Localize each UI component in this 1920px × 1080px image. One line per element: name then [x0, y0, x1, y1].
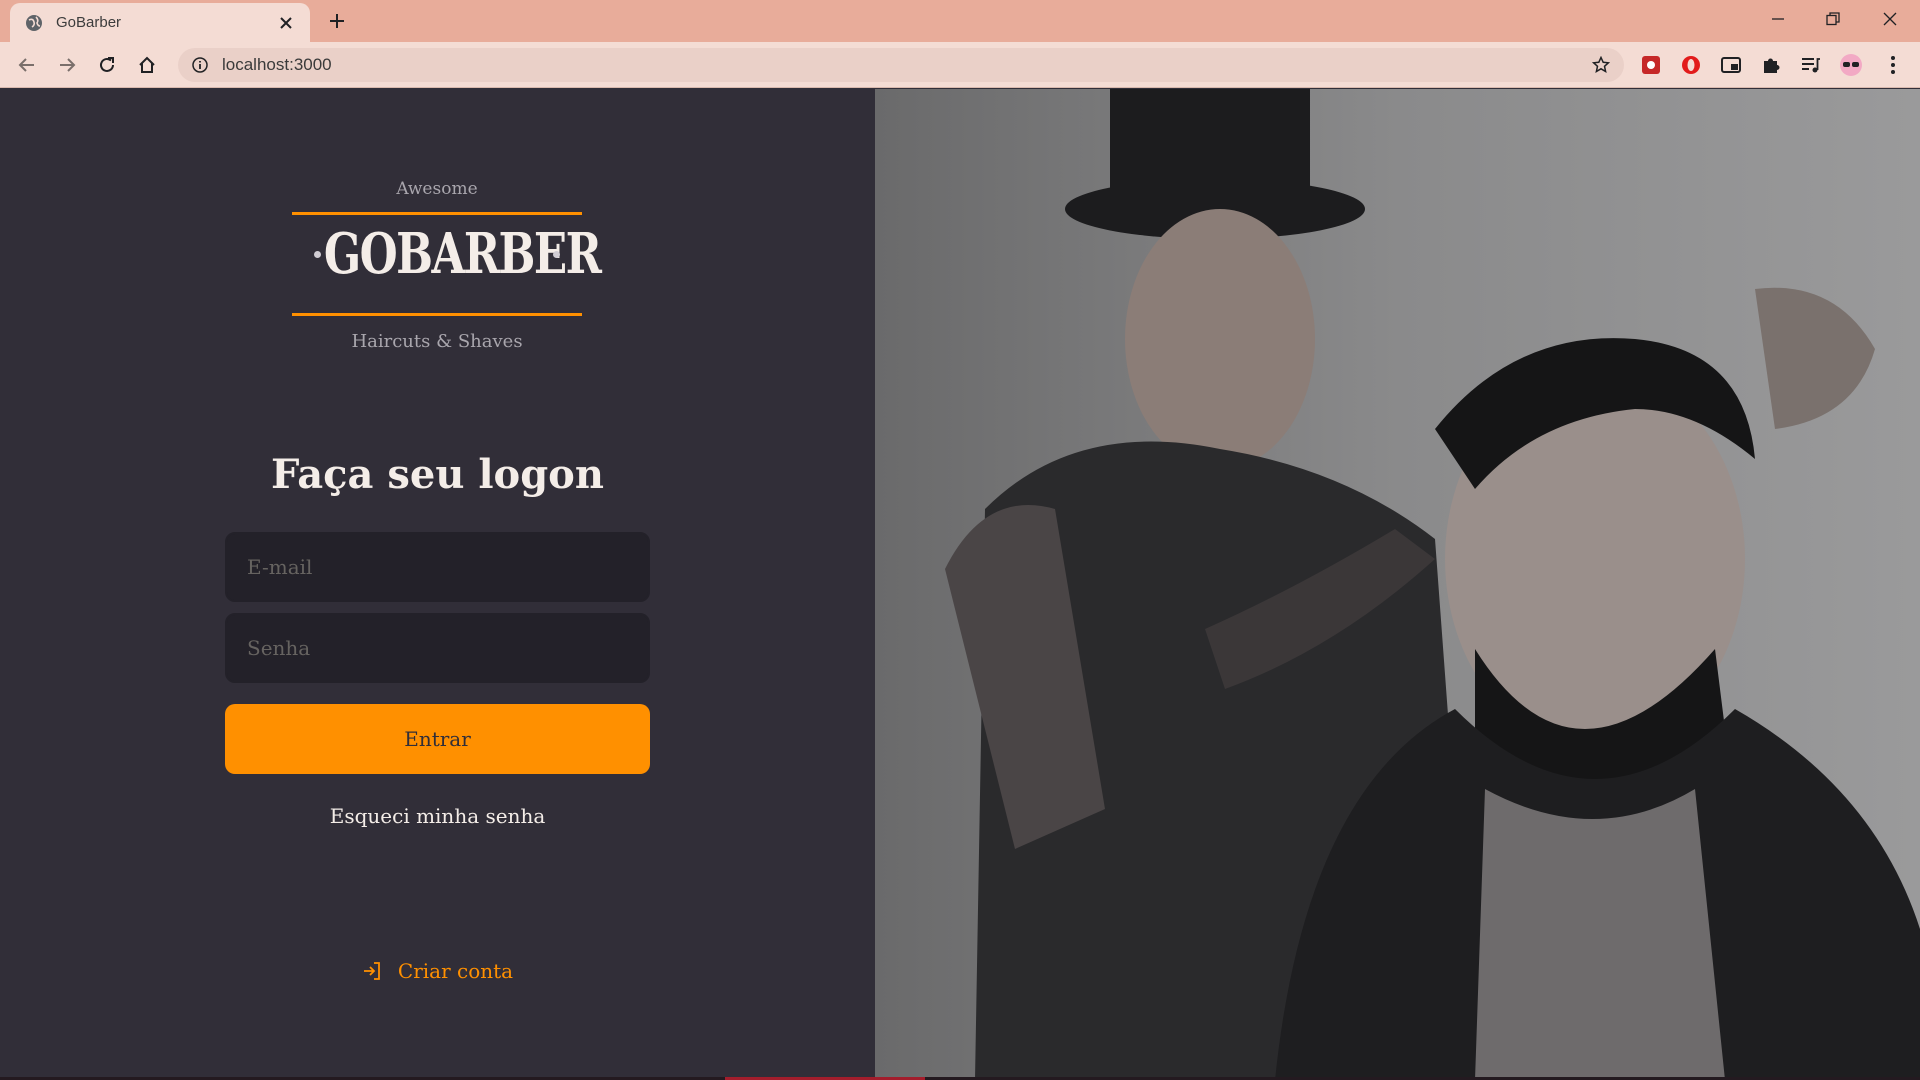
logo-main-text: GOBARBER	[323, 221, 602, 287]
more-menu-icon[interactable]	[1880, 52, 1906, 78]
log-in-icon	[362, 961, 382, 981]
bookmark-star-icon[interactable]	[1592, 56, 1610, 74]
page-title: Faça seu logon	[271, 451, 604, 498]
close-window-icon[interactable]	[1872, 6, 1908, 32]
opera-extension-icon[interactable]	[1678, 52, 1704, 78]
reload-icon[interactable]	[93, 51, 121, 79]
gobarber-logo: Awesome GOBARBER Haircuts & Shaves	[292, 179, 602, 352]
profile-avatar-icon[interactable]	[1838, 52, 1864, 78]
barbershop-image	[875, 89, 1920, 1080]
create-account-label: Criar conta	[397, 959, 514, 983]
barber-photo	[875, 89, 1920, 1080]
globe-icon	[24, 13, 44, 33]
back-icon[interactable]	[13, 51, 41, 79]
minimize-icon[interactable]	[1760, 6, 1796, 32]
restore-icon[interactable]	[1815, 6, 1851, 32]
forgot-password-link[interactable]: Esqueci minha senha	[0, 804, 875, 828]
extension-icon[interactable]	[1638, 52, 1664, 78]
logo-bottom-line	[292, 313, 582, 316]
close-tab-icon[interactable]	[276, 13, 296, 33]
password-input[interactable]	[247, 636, 628, 660]
email-field[interactable]	[225, 532, 650, 602]
create-account-link[interactable]: Criar conta	[0, 959, 875, 983]
site-info-icon[interactable]	[192, 57, 208, 73]
email-input[interactable]	[247, 555, 628, 579]
logo-dot-right	[553, 251, 560, 258]
logo-sub-text: Haircuts & Shaves	[351, 331, 523, 352]
url-text: localhost:3000	[222, 55, 332, 74]
browser-tabstrip: GoBarber	[0, 0, 1920, 42]
logo-top-line	[292, 212, 582, 215]
home-icon[interactable]	[133, 51, 161, 79]
forward-icon[interactable]	[53, 51, 81, 79]
new-tab-button[interactable]	[325, 9, 349, 33]
password-field[interactable]	[225, 613, 650, 683]
picture-in-picture-icon[interactable]	[1718, 52, 1744, 78]
extensions-puzzle-icon[interactable]	[1758, 52, 1784, 78]
submit-button[interactable]: Entrar	[225, 704, 650, 774]
logo-dot-left	[314, 251, 321, 258]
browser-toolbar: localhost:3000	[0, 42, 1920, 88]
address-bar[interactable]: localhost:3000	[178, 48, 1624, 82]
tab-title: GoBarber	[56, 14, 122, 31]
browser-tab[interactable]: GoBarber	[10, 3, 310, 42]
media-controls-icon[interactable]	[1798, 52, 1824, 78]
login-panel: Awesome GOBARBER Haircuts & Shaves Faça …	[0, 89, 875, 1080]
page-content: Awesome GOBARBER Haircuts & Shaves Faça …	[0, 89, 1920, 1080]
logo-top-text: Awesome	[396, 179, 478, 199]
